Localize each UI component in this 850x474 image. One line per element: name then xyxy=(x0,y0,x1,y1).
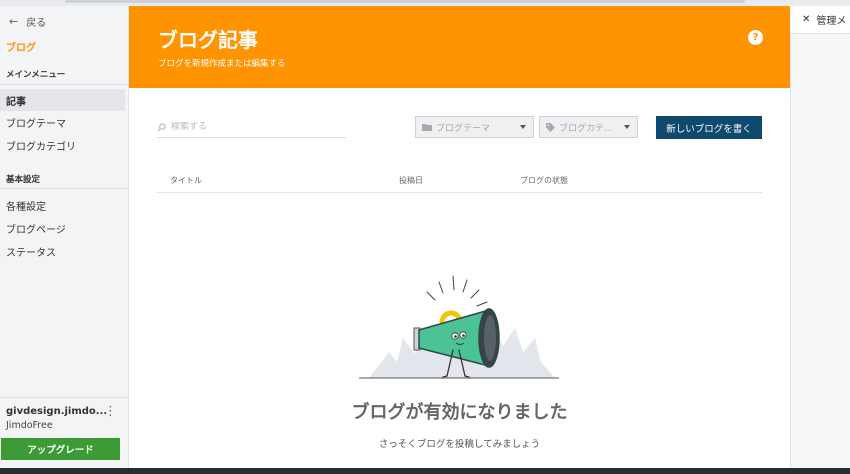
close-admin-menu[interactable]: ✕ 管理メ xyxy=(802,12,846,27)
main-panel: ブログ記事 ブログを新規作成または編集する ? ブログテーマ ブログカテ... … xyxy=(129,6,790,468)
right-panel-header: ✕ 管理メ xyxy=(790,6,850,34)
category-select[interactable]: ブログカテ... xyxy=(539,116,638,138)
theme-select-value: ブログテーマ xyxy=(436,123,491,134)
search-field xyxy=(157,117,346,138)
top-bar-segment xyxy=(65,0,745,3)
column-header-title: タイトル xyxy=(170,176,202,185)
page-subtitle: ブログを新規作成または編集する xyxy=(158,59,286,69)
new-post-button[interactable]: 新しいブログを書く xyxy=(656,116,762,139)
sidebar: ← 戻る ブログ メインメニュー 記事 ブログテーマ ブログカテゴリ 基本設定 … xyxy=(0,6,129,468)
chevron-down-icon xyxy=(624,125,630,129)
page-header: ブログ記事 ブログを新規作成または編集する ? xyxy=(129,6,790,88)
account-plan: JimdoFree xyxy=(6,420,53,431)
upgrade-button[interactable]: アップグレード xyxy=(1,438,120,460)
tag-icon xyxy=(546,122,555,132)
search-icon xyxy=(157,122,166,132)
right-panel xyxy=(790,6,850,468)
sidebar-item-blog-theme[interactable]: ブログテーマ xyxy=(0,111,125,133)
sidebar-brand: ブログ xyxy=(6,43,36,54)
empty-state-title: ブログが有効になりました xyxy=(351,402,568,423)
page-title: ブログ記事 xyxy=(158,28,258,52)
sidebar-item-status[interactable]: ステータス xyxy=(0,240,125,262)
basic-settings-label: 基本設定 xyxy=(6,175,41,185)
divider xyxy=(0,188,128,189)
megaphone-illustration xyxy=(359,275,559,379)
account-name: givdesign.jimdo... xyxy=(6,406,108,417)
back-label: 戻る xyxy=(26,18,47,29)
chevron-down-icon xyxy=(520,125,526,129)
sidebar-item-blog-page[interactable]: ブログページ xyxy=(0,217,125,239)
help-icon[interactable]: ? xyxy=(748,30,763,45)
category-select-value: ブログカテ... xyxy=(559,123,613,134)
admin-menu-label: 管理メ xyxy=(816,16,847,27)
column-header-status: ブログの状態 xyxy=(520,176,568,185)
sidebar-item-blog-category[interactable]: ブログカテゴリ xyxy=(0,134,125,156)
account-info: givdesign.jimdo... JimdoFree ⋮ xyxy=(0,397,128,437)
search-input[interactable] xyxy=(171,122,336,132)
empty-state-subtitle: さっそくブログを投稿してみましょう xyxy=(378,439,541,450)
arrow-left-icon: ← xyxy=(9,15,19,28)
close-icon: ✕ xyxy=(802,14,811,25)
folder-icon xyxy=(422,124,432,131)
theme-select[interactable]: ブログテーマ xyxy=(415,116,534,138)
taskbar-strip xyxy=(0,468,850,474)
sidebar-item-settings[interactable]: 各種設定 xyxy=(0,194,125,216)
main-menu-label: メインメニュー xyxy=(6,70,66,80)
back-link[interactable]: ← 戻る xyxy=(9,14,46,29)
divider xyxy=(0,84,128,85)
sidebar-item-articles[interactable]: 記事 xyxy=(0,89,125,111)
table-divider xyxy=(157,192,762,193)
column-header-date: 投稿日 xyxy=(399,176,423,185)
more-vertical-icon[interactable]: ⋮ xyxy=(104,405,117,418)
